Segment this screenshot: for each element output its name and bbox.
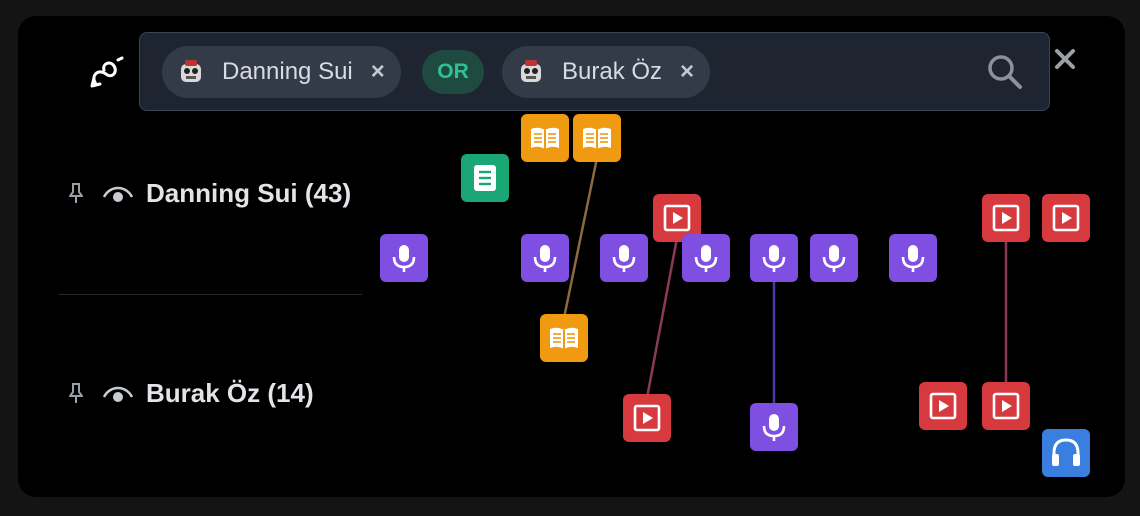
microphone-icon[interactable]	[380, 234, 428, 282]
video-icon[interactable]	[623, 394, 671, 442]
microphone-icon[interactable]	[889, 234, 937, 282]
article-icon[interactable]	[461, 154, 509, 202]
headphones-icon[interactable]	[1042, 429, 1090, 477]
connection-line	[645, 237, 679, 399]
timeline-canvas	[380, 114, 1090, 477]
book-icon[interactable]	[573, 114, 621, 162]
microphone-icon[interactable]	[682, 234, 730, 282]
microphone-icon[interactable]	[810, 234, 858, 282]
book-icon[interactable]	[540, 314, 588, 362]
co-occurrence-panel: Danning Sui × OR Burak Öz × Danning Sui …	[18, 16, 1125, 497]
video-icon[interactable]	[919, 382, 967, 430]
video-icon[interactable]	[982, 382, 1030, 430]
book-icon[interactable]	[521, 114, 569, 162]
connection-line	[562, 157, 599, 319]
video-icon[interactable]	[982, 194, 1030, 242]
microphone-icon[interactable]	[600, 234, 648, 282]
video-icon[interactable]	[1042, 194, 1090, 242]
microphone-icon[interactable]	[521, 234, 569, 282]
microphone-icon[interactable]	[750, 234, 798, 282]
microphone-icon[interactable]	[750, 403, 798, 451]
